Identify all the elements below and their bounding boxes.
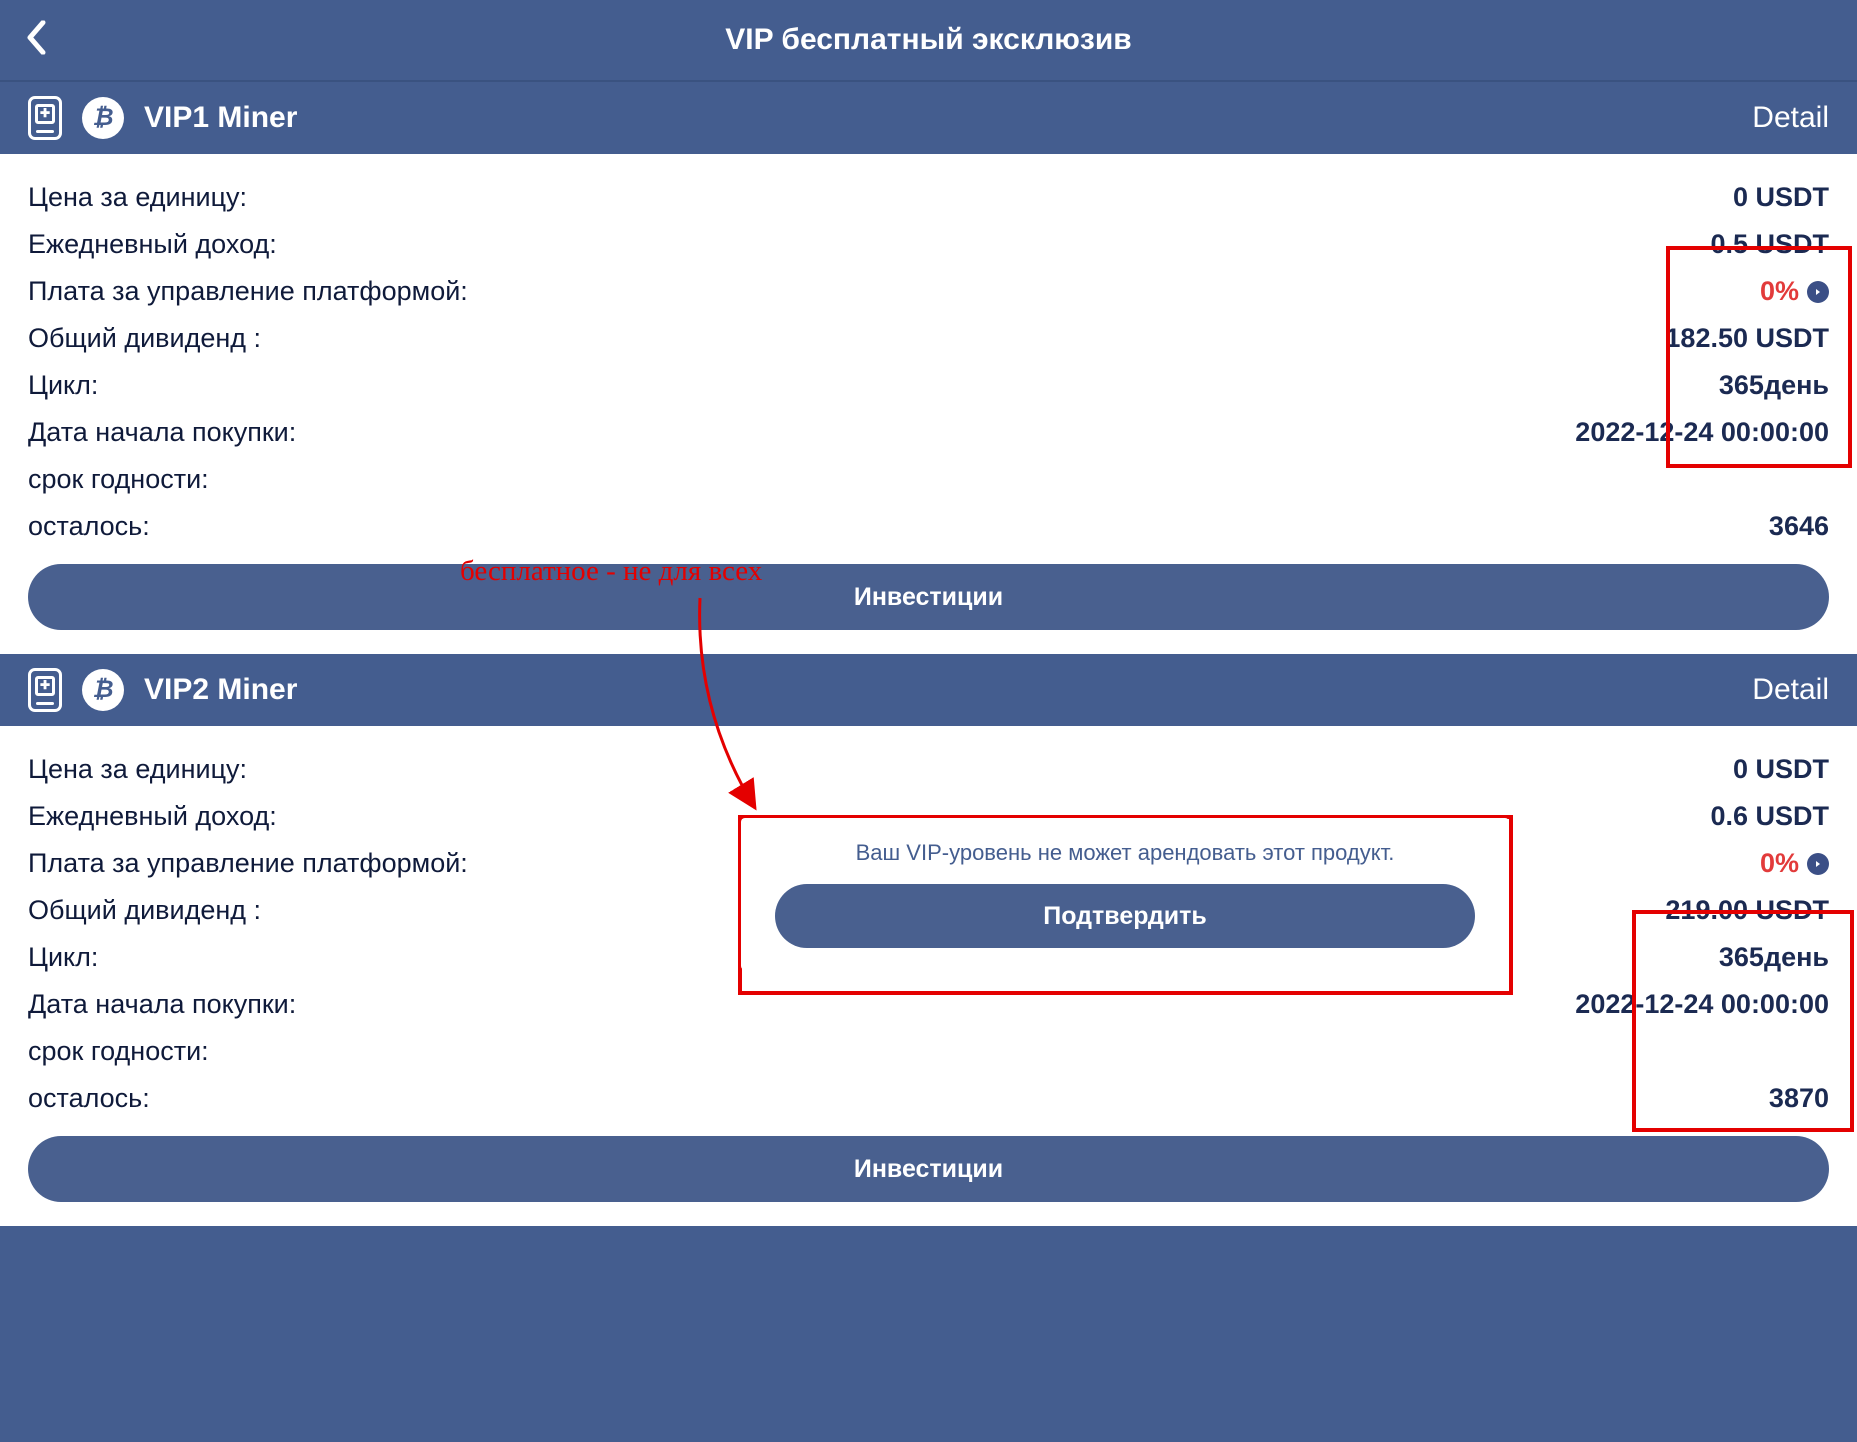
row-label: осталось: (28, 1083, 150, 1114)
row-label: Ежедневный доход: (28, 229, 277, 260)
row-label: Дата начала покупки: (28, 989, 296, 1020)
row-label: срок годности: (28, 1036, 209, 1067)
bitcoin-icon: ₿ (82, 669, 124, 711)
row-label: срок годности: (28, 464, 209, 495)
modal-message: Ваш VIP-уровень не может арендовать этот… (741, 818, 1509, 884)
row-label: Цикл: (28, 370, 98, 401)
miner-icon: ✚ (28, 668, 62, 712)
card-head: ✚ ₿ VIP2 Miner Detail (0, 654, 1857, 726)
row-value: 0 USDT (1733, 754, 1829, 785)
row-label: Общий дивиденд : (28, 895, 261, 926)
annotation-text: бесплатное - не для всех (460, 555, 762, 588)
invest-button[interactable]: Инвестиции (28, 564, 1829, 630)
modal-dialog: Ваш VIP-уровень не может арендовать этот… (741, 818, 1509, 970)
row-value: 3646 (1769, 511, 1829, 542)
row-label: Плата за управление платформой: (28, 848, 468, 879)
row-value: 3870 (1769, 1083, 1829, 1114)
row-label: Ежедневный доход: (28, 801, 277, 832)
bitcoin-icon: ₿ (82, 97, 124, 139)
row-value: 0 USDT (1733, 182, 1829, 213)
row-label: Цикл: (28, 942, 98, 973)
row-value: 219.00 USDT (1665, 895, 1829, 926)
row-value: 0% (1760, 848, 1829, 879)
row-value: 365день (1719, 942, 1829, 973)
row-value: 0% (1760, 276, 1829, 307)
card-title: VIP1 Miner (144, 101, 297, 135)
row-label: осталось: (28, 511, 150, 542)
card-body: Цена за единицу: 0 USDT Ежедневный доход:… (0, 154, 1857, 654)
card-title: VIP2 Miner (144, 673, 297, 707)
row-label: Плата за управление платформой: (28, 276, 468, 307)
row-value: 2022-12-24 00:00:00 (1575, 989, 1829, 1020)
confirm-button[interactable]: Подтвердить (775, 884, 1475, 948)
card-body: Цена за единицу: 0 USDT Ежедневный доход:… (0, 726, 1857, 1226)
row-label: Цена за единицу: (28, 754, 247, 785)
card-head: ✚ ₿ VIP1 Miner Detail (0, 82, 1857, 154)
row-value: 182.50 USDT (1665, 323, 1829, 354)
back-button[interactable] (25, 21, 47, 60)
invest-button[interactable]: Инвестиции (28, 1136, 1829, 1202)
row-label: Цена за единицу: (28, 182, 247, 213)
info-icon[interactable] (1807, 281, 1829, 303)
row-label: Общий дивиденд : (28, 323, 261, 354)
top-bar: VIP бесплатный эксклюзив (0, 0, 1857, 82)
miner-icon: ✚ (28, 96, 62, 140)
row-value: 0.5 USDT (1710, 229, 1829, 260)
miner-card-1: ✚ ₿ VIP1 Miner Detail Цена за единицу: 0 … (0, 82, 1857, 654)
detail-link[interactable]: Detail (1752, 673, 1829, 707)
row-value: 365день (1719, 370, 1829, 401)
page-title: VIP бесплатный эксклюзив (0, 23, 1857, 57)
row-label: Дата начала покупки: (28, 417, 296, 448)
detail-link[interactable]: Detail (1752, 101, 1829, 135)
row-value: 0.6 USDT (1710, 801, 1829, 832)
info-icon[interactable] (1807, 853, 1829, 875)
row-value: 2022-12-24 00:00:00 (1575, 417, 1829, 448)
